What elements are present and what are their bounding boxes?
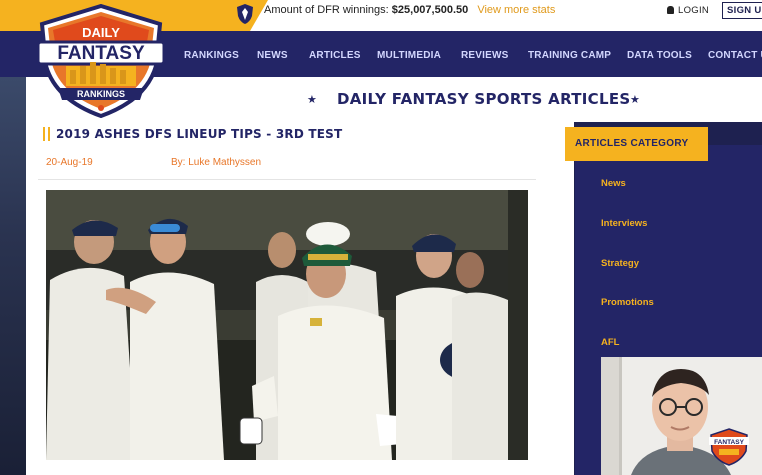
logo-text-rankings: RANKINGS xyxy=(77,89,125,99)
category-news[interactable]: News xyxy=(601,178,626,189)
nav-rankings[interactable]: RANKINGS xyxy=(184,50,239,61)
page-title: DAILY FANTASY SPORTS ARTICLES xyxy=(337,90,631,108)
webcam-logo-text: FANTASY xyxy=(714,439,745,446)
nav-data-tools[interactable]: DATA TOOLS xyxy=(627,50,692,61)
person-icon xyxy=(667,6,674,14)
daily-fantasy-rankings-logo[interactable]: DAILY FANTASY RANKINGS xyxy=(36,4,166,118)
article-date: 20-Aug-19 xyxy=(46,157,93,168)
nav-contact-us[interactable]: CONTACT US xyxy=(708,50,762,61)
nav-articles[interactable]: ARTICLES xyxy=(309,50,361,61)
background-crowd-strip xyxy=(0,77,26,475)
articles-category-label: ARTICLES CATEGORY xyxy=(575,138,689,149)
category-afl[interactable]: AFL xyxy=(601,337,619,348)
shield-icon xyxy=(237,4,253,24)
winnings-amount: $25,007,500.50 xyxy=(391,4,469,16)
winnings-label: Amount of DFR winnings: xyxy=(264,4,389,16)
category-interviews[interactable]: Interviews xyxy=(601,218,647,229)
category-strategy[interactable]: Strategy xyxy=(601,258,639,269)
nav-news[interactable]: NEWS xyxy=(257,50,288,61)
winnings-text: Amount of DFR winnings: $25,007,500.50 V… xyxy=(264,4,555,16)
title-accent-bar xyxy=(43,127,50,141)
divider xyxy=(38,179,536,180)
article-author: By: Luke Mathyssen xyxy=(171,157,262,168)
nav-multimedia[interactable]: MULTIMEDIA xyxy=(377,50,441,61)
category-promotions[interactable]: Promotions xyxy=(601,297,654,308)
signup-button[interactable]: SIGN UP xyxy=(722,2,762,19)
login-label: LOGIN xyxy=(678,5,710,16)
article-photo xyxy=(46,190,528,460)
webcam-overlay: FANTASY xyxy=(601,357,762,475)
login-link[interactable]: LOGIN xyxy=(667,5,709,16)
view-more-stats-link[interactable]: View more stats xyxy=(477,4,555,16)
articles-category-heading: ARTICLES CATEGORY xyxy=(565,127,708,161)
star-icon: ★ xyxy=(307,94,317,106)
nav-training-camp[interactable]: TRAINING CAMP xyxy=(528,50,611,61)
nav-reviews[interactable]: REVIEWS xyxy=(461,50,509,61)
logo-text-daily: DAILY xyxy=(82,25,120,40)
article-title: 2019 ASHES DFS LINEUP TIPS - 3RD TEST xyxy=(56,127,343,141)
logo-text-fantasy: FANTASY xyxy=(57,43,145,64)
star-icon: ★ xyxy=(630,94,640,106)
